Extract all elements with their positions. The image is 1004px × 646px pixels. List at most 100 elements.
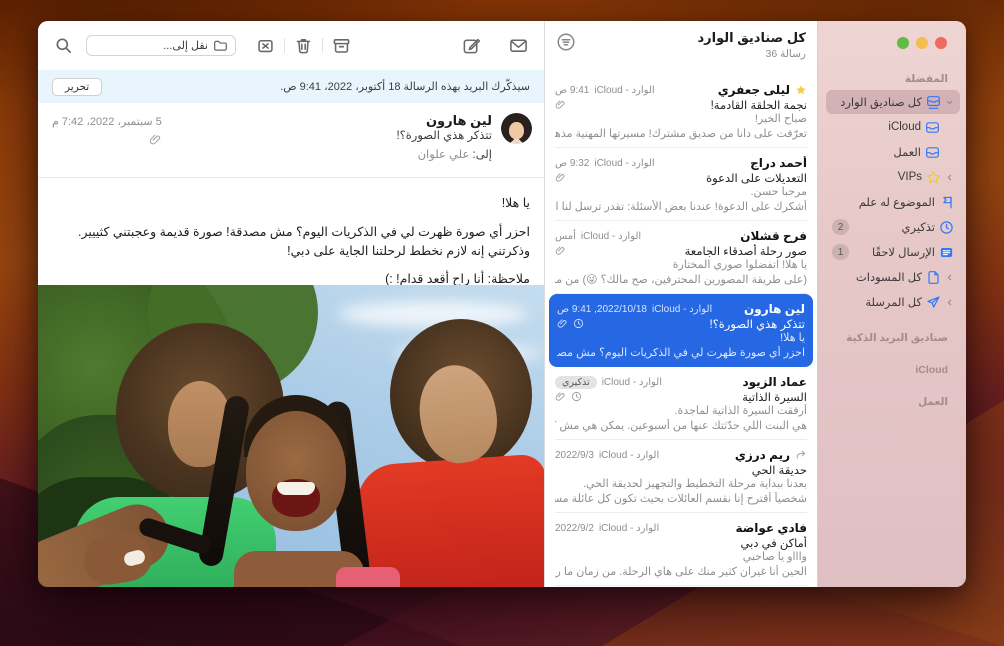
clock-icon <box>571 391 582 402</box>
cloud <box>338 301 528 327</box>
message-list-pane: كل صناديق الوارد رسالة 36 ليلى جعفريالوا… <box>544 21 818 587</box>
sent-icon <box>926 295 941 310</box>
message-row[interactable]: لين هارون الوارد - iCloud 2022/10/18, 9:41… <box>549 294 813 367</box>
woman-center-pink-top <box>336 567 400 587</box>
smart-mailboxes-header[interactable]: صناديق البريد الذكية <box>818 331 966 346</box>
zoom-button[interactable] <box>897 37 909 49</box>
clock-icon <box>573 318 584 329</box>
message-preview: واااو يا صاحبي <box>555 550 807 565</box>
mailbox-title: كل صناديق الوارد <box>556 30 806 46</box>
favorites-header: المفضلة <box>818 72 966 87</box>
message-preview: صباح الخير! <box>555 112 807 127</box>
message-row-meta-line: ريم درزيالوارد - iCloud2022/9/3 <box>555 448 807 462</box>
paperclip-icon <box>555 172 566 183</box>
sidebar-item[interactable]: كل المرسلة <box>826 290 960 314</box>
filter-icon[interactable] <box>556 32 576 57</box>
window-controls <box>897 37 947 49</box>
edit-reminder-button[interactable]: تحرير <box>52 78 102 96</box>
mailbox-label: الوارد - iCloud <box>599 450 659 461</box>
mailbox-label: الوارد - iCloud <box>652 304 712 315</box>
work-section-header[interactable]: العمل <box>818 395 966 410</box>
message-row[interactable]: عماد الزيودالوارد - iCloudتذكيريالسيرة ا… <box>545 367 817 440</box>
mail-window: نقل إلى... سيذكّرك البريد بهذه الرسالة 1… <box>38 21 966 587</box>
move-to-button[interactable]: نقل إلى... <box>86 35 236 56</box>
message-date: 9:41 ص <box>555 85 589 96</box>
search-icon[interactable] <box>54 36 73 55</box>
recipient-line: إلى: علي علوان <box>396 147 492 161</box>
sidebar-item[interactable]: iCloud <box>826 115 960 139</box>
message-row-meta-line: فرح قشلانالوارد - iCloudأمس <box>555 229 807 243</box>
message-preview: يا هلا! اتفضلوا صوري المختارة <box>555 258 807 273</box>
sidebar-items: كل صناديق الوارد iCloudالعملVIPs الموضوع ل… <box>818 90 966 314</box>
sidebar-item[interactable]: الموضوع له علم <box>826 190 960 214</box>
minimize-button[interactable] <box>916 37 928 49</box>
message-subject: حديقة الحي <box>555 463 807 477</box>
remind-me-badge: تذكيري <box>555 376 597 389</box>
message-list: ليلى جعفريالوارد - iCloud9:41 صنجمة الحل… <box>545 75 817 586</box>
message-preview: أشكرك على الدعوة! عندنا بعض الأسئلة: تقد… <box>555 200 807 215</box>
reminder-text: سيذكّرك البريد بهذه الرسالة 18 أكتوبر، 2… <box>280 80 530 93</box>
unread-count-badge: 1 <box>832 244 849 260</box>
toolbar-separator <box>322 38 323 53</box>
message-row[interactable]: ريم درزيالوارد - iCloud2022/9/3حديقة الح… <box>545 440 817 513</box>
sidebar-item[interactable]: VIPs <box>826 165 960 189</box>
message-row[interactable]: ليلى جعفريالوارد - iCloud9:41 صنجمة الحل… <box>545 75 817 148</box>
sidebar-item-label: كل صناديق الوارد <box>840 95 922 109</box>
message-date: 2022/10/18, 9:41 ص <box>557 304 647 315</box>
star-outline-icon <box>926 170 941 185</box>
message-sender: فادي عواضة <box>735 521 807 535</box>
compose-icon[interactable] <box>462 36 481 55</box>
sidebar-item-label: تذكيري <box>901 220 935 234</box>
sidebar: المفضلة كل صناديق الواردiCloudالعملVIPsا… <box>818 21 966 587</box>
paperclip-icon <box>149 133 162 146</box>
message-row-subject-line: التعديلات على الدعوة <box>555 170 807 185</box>
attached-photo[interactable] <box>38 285 544 587</box>
folder-icon <box>213 38 228 53</box>
message-date: 2022/9/3 <box>555 450 594 461</box>
message-sender: لين هارون <box>744 302 805 316</box>
message-row[interactable]: فرح قشلانالوارد - iCloudأمسصور رحلة أصدق… <box>545 221 817 294</box>
sidebar-item[interactable]: تذكيري2 <box>826 215 960 239</box>
sidebar-item-label: الموضوع له علم <box>859 195 935 209</box>
message-date: 9:32 ص <box>555 158 589 169</box>
archive-icon[interactable] <box>332 36 351 55</box>
envelope-icon[interactable] <box>509 36 528 55</box>
message-row[interactable]: فادي عواضةالوارد - iCloud2022/9/2أماكن ف… <box>545 513 817 586</box>
sidebar-item[interactable]: كل صناديق الوارد <box>826 90 960 114</box>
inbox-icon <box>925 120 940 135</box>
move-to-label: نقل إلى... <box>163 39 208 52</box>
woman-center-teeth <box>277 482 315 495</box>
sidebar-item[interactable]: كل المسودات <box>826 265 960 289</box>
body-paragraph: احزر أي صورة ظهرت لي في الذكريات اليوم؟ … <box>52 223 530 261</box>
message-row-meta-line: أحمد دراجالوارد - iCloud9:32 ص <box>555 156 807 170</box>
draft-icon <box>926 270 941 285</box>
sidebar-item-label: الإرسال لاحقًا <box>872 245 935 259</box>
message-preview: تعرّفت على دانا من صديق مشترك! مسيرتها ا… <box>555 127 807 142</box>
close-button[interactable] <box>935 37 947 49</box>
icloud-section-header[interactable]: iCloud <box>818 363 966 378</box>
message-preview: احزر أي صورة ظهرت لي في الذكريات اليوم؟ … <box>557 346 805 361</box>
junk-icon[interactable] <box>256 36 275 55</box>
chevron-left-icon <box>945 298 954 307</box>
reading-pane: نقل إلى... سيذكّرك البريد بهذه الرسالة 1… <box>38 21 544 587</box>
message-subject: التعديلات على الدعوة <box>571 171 807 185</box>
mailbox-label: الوارد - iCloud <box>594 158 654 169</box>
mailbox-label: الوارد - iCloud <box>581 231 641 242</box>
message-preview: بعدنا ببداية مرحلة التخطيط والتجهيز لحدي… <box>555 477 807 492</box>
message-preview: الحين أنا غيران كثير منك على هاي الرحلة.… <box>555 565 807 580</box>
flag-icon <box>939 195 954 210</box>
message-body: يا هلا! احزر أي صورة ظهرت لي في الذكريات… <box>38 178 544 285</box>
trash-icon[interactable] <box>294 36 313 55</box>
sidebar-item[interactable]: الإرسال لاحقًا 1 <box>826 240 960 264</box>
mailbox-label: الوارد - iCloud <box>602 377 662 388</box>
message-subject: نجمة الحلقة القادمة! <box>571 98 807 112</box>
message-row[interactable]: أحمد دراجالوارد - iCloud9:32 صالتعديلات … <box>545 148 817 221</box>
sidebar-item-label: كل المرسلة <box>865 295 922 309</box>
message-subject: تتذكر هذي الصورة؟! <box>396 129 492 144</box>
mailbox-label: الوارد - iCloud <box>594 85 654 96</box>
clock-icon <box>939 220 954 235</box>
recipient-name: علي علوان <box>418 149 470 161</box>
sidebar-item-label: كل المسودات <box>856 270 922 284</box>
sidebar-item[interactable]: العمل <box>826 140 960 164</box>
message-date: 2022/9/2 <box>555 523 594 534</box>
